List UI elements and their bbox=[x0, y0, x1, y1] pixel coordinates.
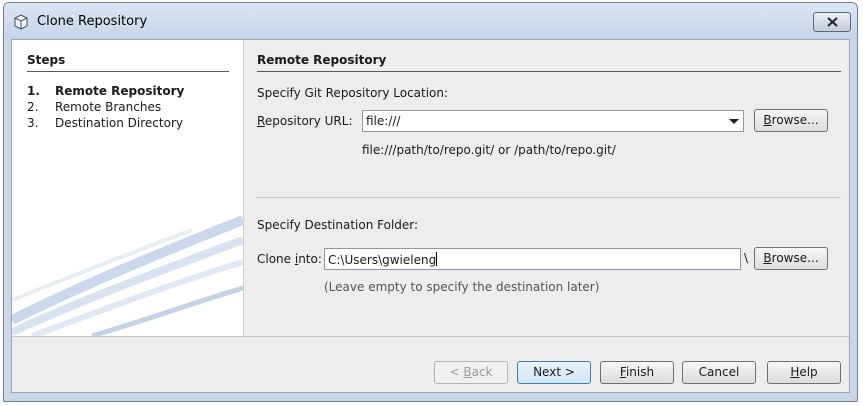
label-rest: epository URL: bbox=[264, 114, 353, 128]
button-label-rest: rowse... bbox=[771, 113, 819, 127]
button-label-rest: inish bbox=[625, 365, 655, 379]
destination-folder-label: Specify Destination Folder: bbox=[257, 218, 419, 232]
close-icon bbox=[827, 17, 838, 27]
back-button[interactable]: < Back bbox=[434, 361, 508, 384]
git-location-label: Specify Git Repository Location: bbox=[257, 86, 449, 100]
step-label: Destination Directory bbox=[55, 116, 183, 130]
step-remote-branches: 2. Remote Branches bbox=[27, 100, 161, 114]
step-number: 3. bbox=[27, 116, 39, 130]
button-bar-separator bbox=[12, 336, 849, 337]
panel-divider bbox=[243, 40, 244, 336]
mnemonic-r: R bbox=[257, 114, 265, 128]
button-label-rest: rowse... bbox=[771, 251, 819, 265]
step-number: 1. bbox=[27, 84, 40, 98]
help-button[interactable]: Help bbox=[767, 361, 841, 384]
mnemonic-h: H bbox=[790, 365, 800, 379]
dialog-body: Steps 1. Remote Repository 2. Remote Branc… bbox=[11, 39, 850, 393]
text-caret bbox=[436, 252, 438, 266]
steps-title: Steps bbox=[27, 53, 66, 67]
finish-button[interactable]: Finish bbox=[600, 361, 674, 384]
next-button[interactable]: Next > bbox=[517, 361, 591, 384]
mnemonic-b: B bbox=[763, 113, 772, 127]
clone-into-label: Clone into: bbox=[257, 252, 322, 266]
step-number: 2. bbox=[27, 100, 39, 114]
back-post: ack bbox=[471, 365, 493, 379]
steps-panel: Steps 1. Remote Repository 2. Remote Branc… bbox=[12, 40, 243, 336]
destination-hint: (Leave empty to specify the destination … bbox=[324, 280, 600, 294]
steps-divider bbox=[27, 71, 229, 72]
panel-title-divider bbox=[257, 71, 841, 72]
browse-destination-button[interactable]: Browse... bbox=[754, 247, 828, 270]
step-destination-directory: 3. Destination Directory bbox=[27, 116, 183, 130]
clone-into-input[interactable]: C:\Users\gwieleng bbox=[324, 248, 741, 270]
window-title: Clone Repository bbox=[37, 14, 148, 29]
step-label: Remote Repository bbox=[55, 84, 185, 98]
label-post: nto: bbox=[298, 252, 322, 266]
url-format-hint: file:///path/to/repo.git/ or /path/to/re… bbox=[362, 143, 616, 157]
repository-url-label: Repository URL: bbox=[257, 114, 353, 128]
step-label: Remote Branches bbox=[55, 100, 162, 114]
wizard-decoration-graphic bbox=[12, 215, 243, 336]
dropdown-arrow-icon[interactable] bbox=[729, 119, 739, 124]
panel-title: Remote Repository bbox=[257, 53, 387, 67]
back-pre: < bbox=[449, 365, 464, 379]
clone-repository-dialog: Clone Repository Steps 1. Remote Reposito… bbox=[3, 2, 858, 402]
label-pre: Clone bbox=[257, 252, 295, 266]
netbeans-cube-icon bbox=[14, 14, 28, 30]
repository-url-combobox[interactable]: file:/// bbox=[362, 110, 744, 132]
cancel-button[interactable]: Cancel bbox=[682, 361, 756, 384]
repository-url-value: file:/// bbox=[366, 114, 401, 128]
clone-into-text: C:\Users\gwieleng bbox=[328, 253, 437, 267]
button-label-rest: elp bbox=[799, 365, 818, 379]
browse-repository-button[interactable]: Browse... bbox=[754, 109, 828, 132]
step-remote-repository: 1. Remote Repository bbox=[27, 84, 184, 98]
clone-into-value: C:\Users\gwieleng bbox=[328, 252, 438, 267]
close-button[interactable] bbox=[813, 12, 851, 32]
path-separator: \ bbox=[744, 251, 749, 265]
title-bar[interactable]: Clone Repository bbox=[4, 3, 857, 39]
section-separator bbox=[257, 197, 841, 198]
mnemonic-b: B bbox=[763, 251, 772, 265]
mnemonic-b: B bbox=[463, 365, 472, 379]
